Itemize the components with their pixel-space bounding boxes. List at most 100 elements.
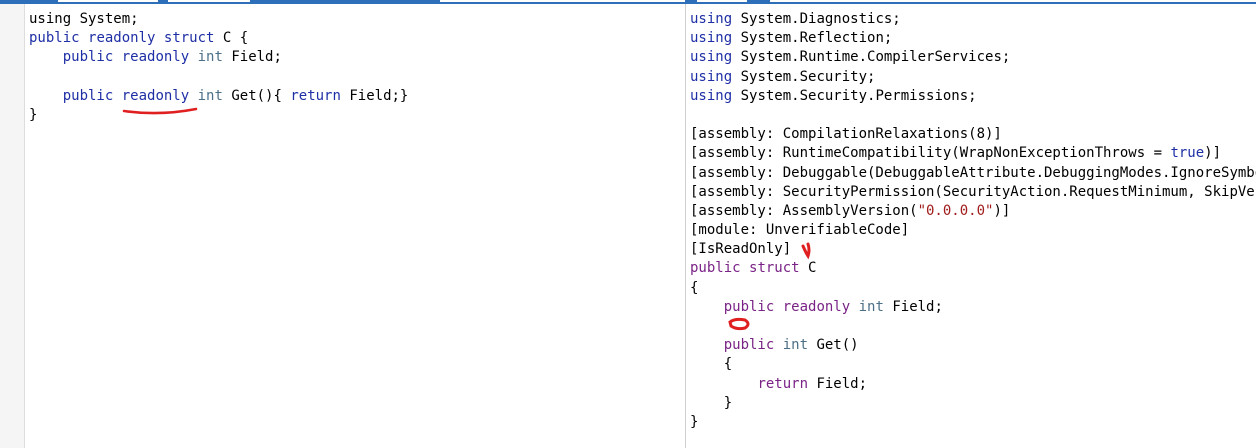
code-token: Get(){ [222,87,291,104]
code-token: [module: UnverifiableCode] [690,222,910,239]
code-token: struct [163,30,215,47]
code-token: int [197,87,223,104]
code-line[interactable]: [assembly: Debuggable(DebuggableAttribut… [690,164,1256,183]
source-code[interactable]: using System; public readonly struct C { … [29,10,408,125]
code-token: [assembly: AssemblyVersion( [690,202,918,219]
code-token: readonly [121,49,190,66]
csharp-source-editor[interactable]: using System; public readonly struct C { … [0,4,685,448]
code-line[interactable]: { [690,279,1256,298]
code-token: return [290,87,341,104]
code-token: [assembly: Debuggable(DebuggableAttribut… [690,164,1256,181]
code-token: [assembly: RuntimeCompatibility(WrapNonE… [690,145,1171,162]
code-token: public [690,260,741,277]
code-token: readonly [88,30,156,47]
toolbar-tab[interactable] [440,0,685,2]
code-token: System.Reflection; [732,30,893,47]
code-token: public [723,337,775,354]
decompiled-output-view[interactable]: using System.Diagnostics; using System.Re… [686,4,1256,448]
code-token: System.Security.Permissions; [732,87,977,104]
code-token: )] [1204,145,1222,162]
toolbar-tab[interactable] [168,0,250,2]
code-line[interactable]: public readonly int Field; [690,298,1256,317]
code-line[interactable]: [assembly: SecurityPermission(SecurityAc… [690,183,1256,202]
code-token: } [690,413,699,430]
code-token: [IsReadOnly] [690,241,792,258]
toolbar-tab[interactable] [58,0,158,2]
code-line[interactable]: [assembly: AssemblyVersion("0.0.0.0")] [690,202,1256,221]
code-token: C { [214,30,249,47]
code-token: struct [749,260,800,277]
code-token: C [799,260,817,277]
code-token: System.Runtime.CompilerServices; [732,49,1011,66]
code-token: int [858,298,884,315]
code-line[interactable]: ​ [690,317,1256,336]
code-token: return [757,375,809,392]
code-token: readonly [121,87,190,104]
code-token: public [723,298,775,315]
toolbar-tab[interactable] [697,0,747,2]
code-line[interactable]: using System.Security.Permissions; [690,87,1256,106]
code-line[interactable]: } [690,394,1256,413]
code-token: "0.0.0.0" [917,202,994,219]
code-line[interactable]: [module: UnverifiableCode] [690,221,1256,240]
code-line[interactable]: ​ [29,68,408,87]
code-line[interactable]: ​ [690,106,1256,125]
code-token: System.Security; [732,68,876,85]
code-line[interactable]: using System.Runtime.CompilerServices; [690,48,1256,67]
code-line[interactable]: return Field; [690,375,1256,394]
code-line[interactable]: using System.Security; [690,68,1256,87]
code-token: Field; [808,375,868,392]
code-token: Get() [808,337,859,354]
code-token: using [690,68,733,85]
code-line[interactable]: using System.Diagnostics; [690,10,1256,29]
code-token: { [690,279,699,296]
code-line[interactable]: } [29,106,408,125]
code-token: using [690,87,733,104]
code-token: using [690,49,733,66]
code-token: Field;} [340,87,409,104]
code-token: int [197,49,223,66]
code-token: using [690,11,733,27]
toolbar-tab[interactable] [770,0,1256,2]
code-line[interactable]: [assembly: CompilationRelaxations(8)] [690,125,1256,144]
code-line[interactable]: [IsReadOnly] [690,240,1256,259]
code-line[interactable]: public int Get() [690,336,1256,355]
code-token: System.Diagnostics; [732,11,901,27]
code-line[interactable]: { [690,355,1256,374]
code-token: { [690,356,733,373]
code-token: public [29,30,80,47]
code-line[interactable]: public readonly struct C { [29,29,408,48]
code-line[interactable]: public readonly int Get(){ return Field;… [29,87,409,106]
code-line[interactable]: } [690,413,1256,432]
code-token: public [62,49,114,66]
code-line[interactable]: public struct C [690,259,1256,278]
code-line[interactable]: [assembly: RuntimeCompatibility(WrapNonE… [690,144,1256,163]
code-token: true [1170,145,1205,162]
code-line[interactable]: using System; [29,10,408,29]
code-token: [assembly: CompilationRelaxations(8)] [690,126,1002,143]
decompiled-code[interactable]: using System.Diagnostics; using System.Re… [690,10,1256,432]
code-token: } [690,394,733,411]
line-number-gutter [0,4,25,448]
code-token: using System; [29,11,139,27]
code-token: [assembly: SecurityPermission(SecurityAc… [690,183,1256,200]
code-token: int [782,337,809,354]
code-token: using [690,30,733,47]
code-line[interactable]: using System.Reflection; [690,29,1256,48]
code-token: readonly [782,298,851,315]
code-line[interactable]: public readonly int Field; [29,48,408,67]
